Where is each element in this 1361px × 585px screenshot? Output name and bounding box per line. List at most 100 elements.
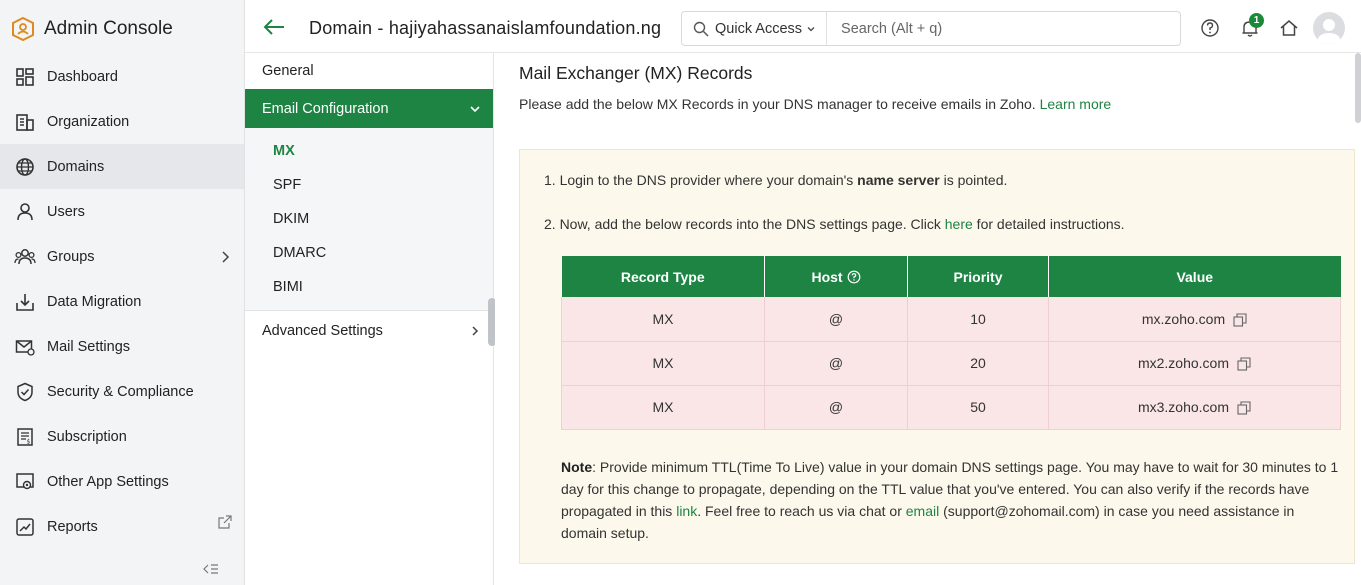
sidebar-item-other-app-settings[interactable]: Other App Settings bbox=[0, 459, 244, 504]
sidebar-item-label: Security & Compliance bbox=[47, 383, 194, 400]
sidebar: Admin Console Dashboard Organization Dom… bbox=[0, 0, 245, 585]
copy-icon[interactable] bbox=[1233, 313, 1247, 327]
sidebar-item-security-compliance[interactable]: Security & Compliance bbox=[0, 369, 244, 414]
brand: Admin Console bbox=[0, 0, 244, 54]
section-description: Please add the below MX Records in your … bbox=[519, 96, 1111, 112]
app-settings-icon bbox=[14, 471, 36, 493]
quick-access-label: Quick Access bbox=[715, 20, 803, 37]
col-priority: Priority bbox=[907, 256, 1049, 297]
step-1: 1. Login to the DNS provider where your … bbox=[544, 172, 1007, 188]
admin-console-logo-icon bbox=[12, 16, 34, 42]
data-migration-icon bbox=[14, 291, 36, 313]
sidebar-item-mail-settings[interactable]: Mail Settings bbox=[0, 324, 244, 369]
search-icon bbox=[693, 21, 709, 37]
shield-check-icon bbox=[14, 381, 36, 403]
note-label: Note bbox=[561, 459, 593, 475]
copy-icon[interactable] bbox=[1237, 357, 1251, 371]
step-2-text: 2. Now, add the below records into the D… bbox=[544, 216, 945, 232]
cell-record-type: MX bbox=[561, 297, 765, 342]
domain-settings-nav: General Email Configuration MX SPF DKIM … bbox=[245, 53, 494, 585]
sidebar-item-label: Mail Settings bbox=[47, 338, 131, 355]
subscription-icon: $ bbox=[14, 426, 36, 448]
avatar[interactable] bbox=[1313, 12, 1345, 44]
reports-icon bbox=[14, 516, 36, 538]
table-row: MX @ 20 mx2.zoho.com bbox=[561, 341, 1341, 386]
user-avatar-icon bbox=[1317, 19, 1341, 44]
col-record-type: Record Type bbox=[561, 256, 765, 297]
sidebar-item-label: Other App Settings bbox=[47, 473, 169, 490]
step-2-tail: for detailed instructions. bbox=[972, 216, 1125, 232]
description-text: Please add the below MX Records in your … bbox=[519, 96, 1036, 112]
step-1-tail: is pointed. bbox=[939, 172, 1008, 188]
admin-console-title: Admin Console bbox=[44, 18, 173, 39]
back-arrow-icon[interactable] bbox=[262, 17, 286, 37]
value-text: mx.zoho.com bbox=[1141, 310, 1226, 327]
section-heading: Mail Exchanger (MX) Records bbox=[519, 63, 753, 83]
external-link-icon[interactable] bbox=[218, 515, 232, 529]
sidebar-item-dashboard[interactable]: Dashboard bbox=[0, 54, 244, 99]
sidebar-item-label: Users bbox=[47, 203, 85, 220]
chevron-right-icon bbox=[222, 250, 230, 263]
sidebar-item-domains[interactable]: Domains bbox=[0, 144, 244, 189]
copy-icon[interactable] bbox=[1237, 401, 1251, 415]
learn-more-link[interactable]: Learn more bbox=[1040, 96, 1112, 112]
groups-icon bbox=[14, 246, 36, 268]
email-link[interactable]: email bbox=[906, 503, 939, 519]
cell-host: @ bbox=[764, 385, 908, 430]
instructions-box: 1. Login to the DNS provider where your … bbox=[519, 149, 1355, 564]
subnav-dkim[interactable]: DKIM bbox=[245, 202, 493, 236]
cell-value: mx.zoho.com bbox=[1048, 297, 1341, 342]
subnav-dmarc[interactable]: DMARC bbox=[245, 236, 493, 270]
page-title: Domain - hajiyahassanaislamfoundation.ng bbox=[309, 18, 662, 38]
subnav-general[interactable]: General bbox=[245, 53, 493, 89]
sidebar-item-reports[interactable]: Reports bbox=[0, 504, 244, 549]
search-bar: Quick Access bbox=[681, 11, 1181, 46]
table-header-row: Record Type Host Priority Value bbox=[561, 256, 1341, 297]
cell-priority: 50 bbox=[907, 385, 1049, 430]
collapse-sidebar-icon[interactable] bbox=[203, 562, 219, 576]
col-host-label: Host bbox=[811, 268, 843, 285]
notification-badge: 1 bbox=[1249, 13, 1264, 28]
col-value: Value bbox=[1048, 256, 1341, 297]
mx-records-table: Record Type Host Priority Value MX @ 10 … bbox=[561, 256, 1341, 430]
chevron-right-icon bbox=[472, 326, 479, 336]
sidebar-item-organization[interactable]: Organization bbox=[0, 99, 244, 144]
cell-host: @ bbox=[764, 297, 908, 342]
help-icon[interactable] bbox=[1200, 18, 1220, 38]
sidebar-item-data-migration[interactable]: Data Migration bbox=[0, 279, 244, 324]
table-row: MX @ 10 mx.zoho.com bbox=[561, 297, 1341, 342]
cell-record-type: MX bbox=[561, 341, 765, 386]
sidebar-item-label: Subscription bbox=[47, 428, 127, 445]
main-content: Mail Exchanger (MX) Records Please add t… bbox=[495, 53, 1361, 585]
subnav-advanced-settings[interactable]: Advanced Settings bbox=[245, 310, 493, 350]
here-link[interactable]: here bbox=[945, 216, 973, 232]
organization-icon bbox=[14, 111, 36, 133]
sidebar-item-label: Reports bbox=[47, 518, 98, 535]
sidebar-item-users[interactable]: Users bbox=[0, 189, 244, 234]
svg-text:$: $ bbox=[27, 438, 31, 445]
help-icon[interactable] bbox=[847, 270, 861, 284]
note-text-2: . Feel free to reach us via chat or bbox=[697, 503, 906, 519]
cell-priority: 10 bbox=[907, 297, 1049, 342]
home-icon[interactable] bbox=[1279, 18, 1299, 38]
chevron-down-icon bbox=[470, 106, 480, 113]
subnav-email-configuration[interactable]: Email Configuration bbox=[245, 89, 493, 128]
globe-icon bbox=[14, 156, 36, 178]
propagation-link[interactable]: link bbox=[676, 503, 697, 519]
scrollbar[interactable] bbox=[1355, 53, 1361, 123]
subnav-mx[interactable]: MX bbox=[245, 134, 493, 168]
sidebar-item-subscription[interactable]: $ Subscription bbox=[0, 414, 244, 459]
sidebar-item-groups[interactable]: Groups bbox=[0, 234, 244, 279]
quick-access-dropdown[interactable]: Quick Access bbox=[715, 12, 828, 45]
subnav-bimi[interactable]: BIMI bbox=[245, 270, 493, 304]
search-input[interactable] bbox=[841, 20, 1162, 37]
sidebar-item-label: Groups bbox=[47, 248, 95, 265]
user-icon bbox=[14, 201, 36, 223]
subnav-spf[interactable]: SPF bbox=[245, 168, 493, 202]
step-1-bold: name server bbox=[857, 172, 940, 188]
step-1-text: 1. Login to the DNS provider where your … bbox=[544, 172, 858, 188]
value-text: mx2.zoho.com bbox=[1137, 354, 1230, 371]
cell-value: mx2.zoho.com bbox=[1048, 341, 1341, 386]
email-configuration-children: MX SPF DKIM DMARC BIMI bbox=[245, 128, 493, 310]
step-2: 2. Now, add the below records into the D… bbox=[544, 216, 1125, 232]
